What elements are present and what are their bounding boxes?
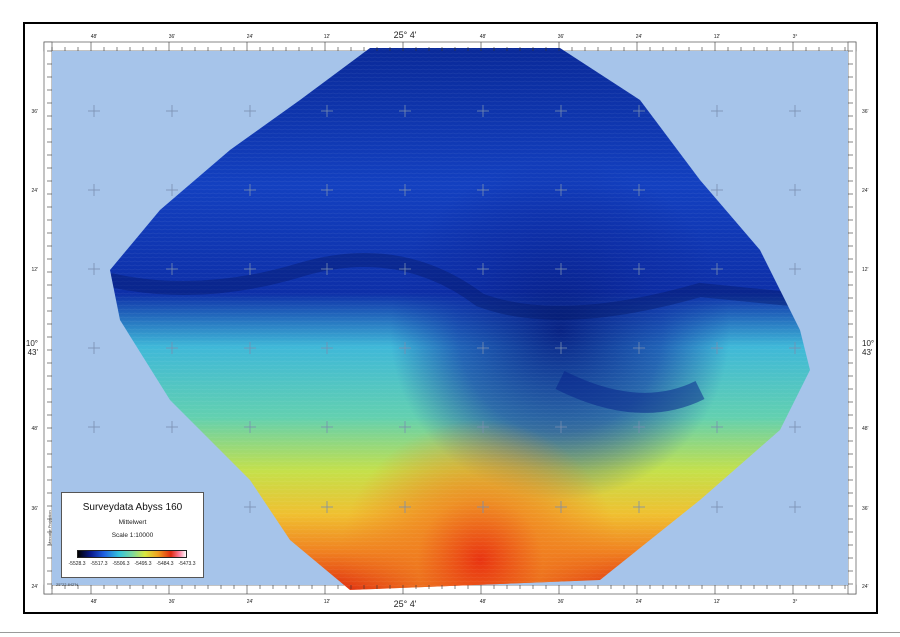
right-axis-label: 12' [862, 267, 869, 273]
legend-box: Surveydata Abyss 160 Mittelwert Scale 1:… [61, 492, 204, 578]
right-tick-band [847, 41, 857, 595]
top-axis-label: 36' [558, 34, 565, 40]
right-axis-label: 36' [862, 506, 869, 512]
bottom-axis-labels: 48' 36' 24' 12' 25° 4' 48' 36' 24' 12' 3° [91, 599, 798, 609]
bottom-axis-label: 12' [324, 599, 331, 605]
top-axis-label: 25° 4' [394, 30, 417, 40]
legend-scale: Scale 1:10000 [111, 532, 154, 539]
legend-colorbar [77, 550, 187, 558]
bottom-axis-label: 25° 4' [394, 599, 417, 609]
left-axis-label: 43' [28, 348, 39, 357]
bottom-axis-label: 3° [793, 599, 798, 605]
left-axis-label: 36' [31, 506, 38, 512]
side-stamp: Mercator Projection [47, 510, 52, 545]
bottom-rule [0, 632, 900, 633]
bottom-axis-label: 48' [480, 599, 487, 605]
bottom-axis-label: 36' [558, 599, 565, 605]
legend-tick-label: -5495.3 [134, 561, 152, 567]
top-axis-label: 3° [793, 34, 798, 40]
top-axis-label: 36' [169, 34, 176, 40]
top-axis-label: 12' [714, 34, 721, 40]
legend-tick-label: -5473.3 [178, 561, 196, 567]
legend-title: Surveydata Abyss 160 [82, 502, 183, 513]
legend-tick-label: -5528.3 [68, 561, 86, 567]
bottom-axis-label: 48' [91, 599, 98, 605]
legend-tick-label: -5484.3 [156, 561, 174, 567]
top-axis-label: 24' [636, 34, 643, 40]
bottom-axis-label: 36' [169, 599, 176, 605]
left-axis-label: 24' [31, 188, 38, 194]
legend-subtitle: Mittelwert [118, 519, 147, 526]
right-axis-label: 24' [862, 584, 869, 590]
top-axis-label: 48' [480, 34, 487, 40]
bottom-axis-label: 12' [714, 599, 721, 605]
bottom-axis-label: 24' [247, 599, 254, 605]
top-axis-labels: 48' 36' 24' 12' 25° 4' 48' 36' 24' 12' 3° [91, 30, 798, 40]
left-axis-labels: 36' 24' 12' 10°43' 48' 36' 24' [26, 109, 39, 590]
bottom-axis-label: 24' [636, 599, 643, 605]
left-axis-label: 10° [26, 339, 38, 348]
bottom-tick-band [43, 584, 857, 595]
date-stamp: 25°22.842'N [56, 582, 78, 587]
right-axis-label: 48' [862, 426, 869, 432]
left-axis-label: 12' [31, 267, 38, 273]
right-axis-labels: 36' 24' 12' 10°43' 48' 36' 24' [862, 109, 874, 590]
right-axis-label: 24' [862, 188, 869, 194]
left-axis-label: 24' [31, 584, 38, 590]
top-axis-label: 24' [247, 34, 254, 40]
top-axis-label: 48' [91, 34, 98, 40]
top-axis-label: 12' [324, 34, 331, 40]
legend-tick-label: -5517.3 [90, 561, 108, 567]
right-axis-label: 10° [862, 339, 874, 348]
legend-tick-label: -5506.3 [112, 561, 130, 567]
right-axis-label: 43' [862, 348, 873, 357]
left-axis-label: 36' [31, 109, 38, 115]
left-axis-label: 48' [31, 426, 38, 432]
right-axis-label: 36' [862, 109, 869, 115]
